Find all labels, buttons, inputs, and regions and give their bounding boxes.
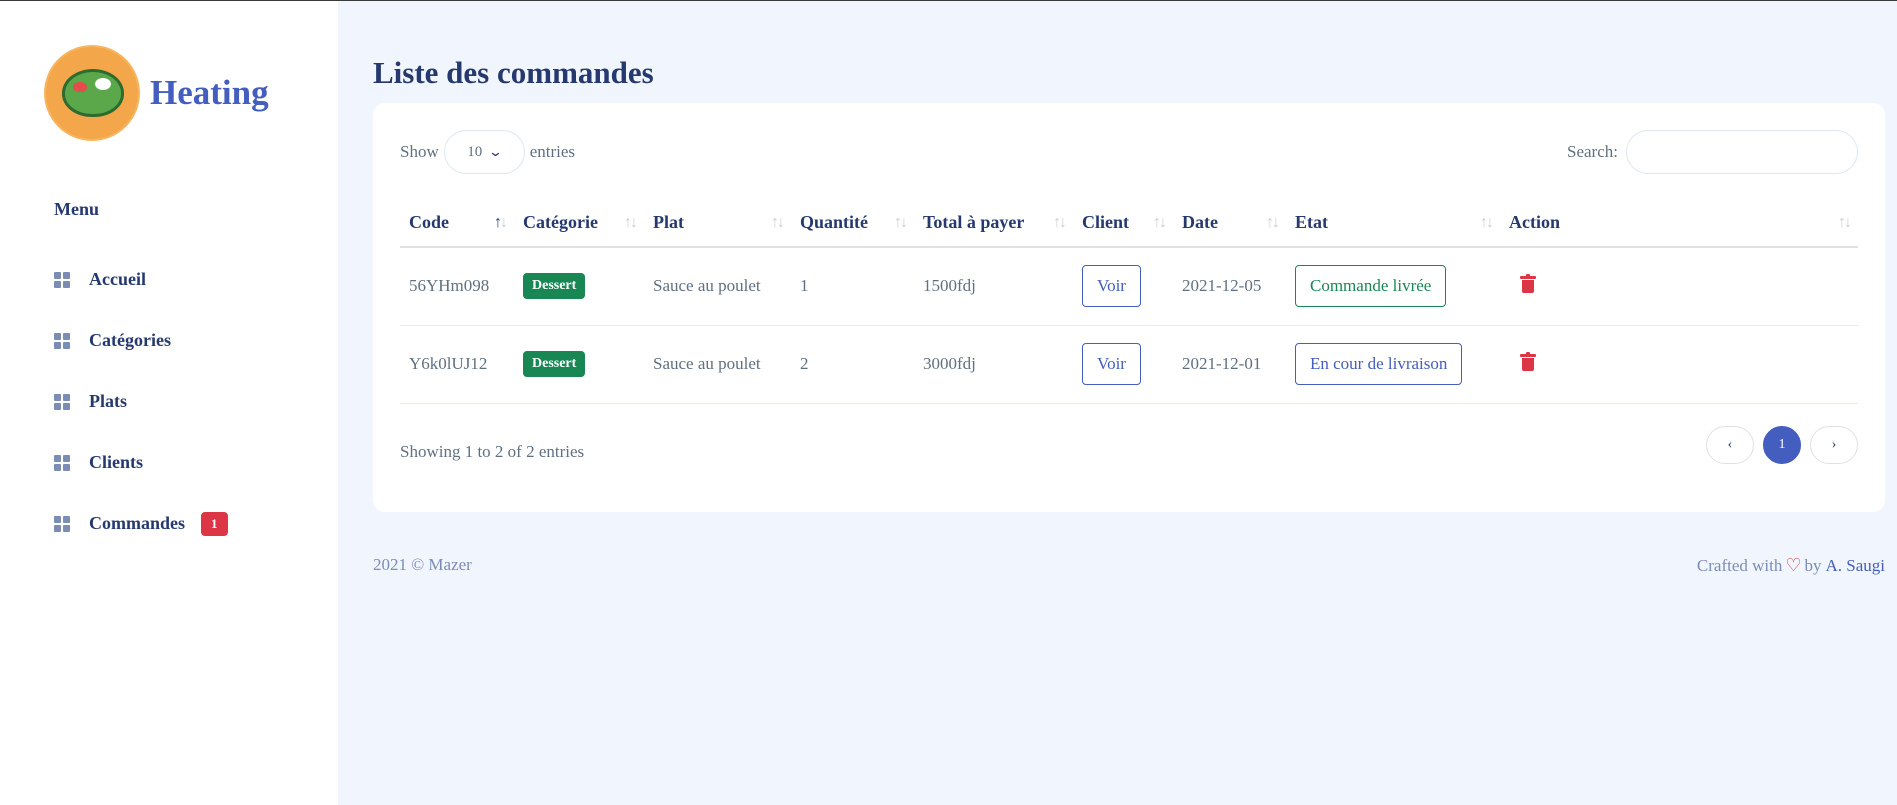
logo[interactable]: Heating bbox=[44, 45, 269, 141]
sidebar-item-categories[interactable]: Catégories bbox=[54, 310, 228, 371]
voir-client-button[interactable]: Voir bbox=[1082, 265, 1141, 308]
footer-copyright: 2021 © Mazer bbox=[373, 555, 472, 574]
cell-quantite: 1 bbox=[791, 247, 914, 326]
sidebar-item-clients[interactable]: Clients bbox=[54, 432, 228, 493]
order-state-button[interactable]: En cour de livraison bbox=[1295, 343, 1463, 385]
search-control: Search: bbox=[1567, 130, 1858, 174]
sort-icon: ↑↓ bbox=[771, 213, 785, 231]
chevron-down-icon: ⌄ bbox=[488, 144, 504, 159]
table-info: Showing 1 to 2 of 2 entries bbox=[400, 442, 585, 461]
trash-icon[interactable] bbox=[1520, 273, 1536, 293]
sort-icon: ↑↓ bbox=[1480, 213, 1494, 231]
sidebar-item-accueil[interactable]: Accueil bbox=[54, 249, 228, 310]
crafted-with-label: Crafted with bbox=[1696, 555, 1783, 575]
cell-categorie: Dessert bbox=[514, 325, 644, 404]
sort-icon: ↑↓ bbox=[1266, 213, 1280, 231]
sidebar-item-label: Plats bbox=[89, 391, 127, 411]
orders-table: Code ↑↓ Catégorie ↑↓ Plat ↑↓ Quantité ↑↓ Tot… bbox=[400, 199, 1858, 404]
column-header-date[interactable]: Date ↑↓ bbox=[1173, 199, 1286, 248]
entries-select-value: 10 bbox=[467, 143, 483, 160]
commandes-count-badge: 1 bbox=[201, 511, 228, 536]
voir-client-button[interactable]: Voir bbox=[1082, 343, 1141, 385]
cell-date: 2021-12-01 bbox=[1173, 325, 1286, 404]
cell-action bbox=[1500, 325, 1858, 404]
cell-client: Voir bbox=[1073, 247, 1173, 326]
search-input[interactable] bbox=[1626, 130, 1858, 174]
orders-card: Show 10 ⌄ entries Search: Code ↑↓ Catégor… bbox=[373, 103, 1885, 512]
sidebar-item-plats[interactable]: Plats bbox=[54, 371, 228, 432]
search-label: Search: bbox=[1567, 142, 1618, 161]
sort-asc-icon: ↑↓ bbox=[494, 213, 508, 231]
grid-icon bbox=[54, 454, 70, 471]
grid-icon bbox=[54, 332, 70, 349]
table-row: 56YHm098 Dessert Sauce au poulet 1 1500f… bbox=[400, 247, 1858, 326]
sort-icon: ↑↓ bbox=[1053, 213, 1067, 231]
table-header-row: Code ↑↓ Catégorie ↑↓ Plat ↑↓ Quantité ↑↓ Tot… bbox=[400, 199, 1858, 248]
sidebar-item-label: Catégories bbox=[89, 330, 171, 350]
entries-label: entries bbox=[529, 142, 576, 161]
cell-etat: En cour de livraison bbox=[1286, 325, 1500, 404]
column-header-plat[interactable]: Plat ↑↓ bbox=[644, 199, 791, 248]
trash-icon[interactable] bbox=[1520, 351, 1536, 371]
grid-icon bbox=[54, 515, 70, 532]
cell-etat: Commande livrée bbox=[1286, 247, 1500, 326]
cell-total: 1500fdj bbox=[914, 247, 1073, 326]
cell-categorie: Dessert bbox=[514, 247, 644, 326]
salad-bowl-logo-icon bbox=[44, 45, 140, 141]
cell-quantite: 2 bbox=[791, 325, 914, 404]
entries-select[interactable]: 10 ⌄ bbox=[443, 130, 525, 174]
cell-code: 56YHm098 bbox=[400, 247, 514, 326]
brand-name[interactable]: Heating bbox=[150, 73, 269, 113]
next-page-button[interactable]: › bbox=[1810, 426, 1858, 464]
footer-credits: Crafted with ♡ by A. Saugi bbox=[1697, 555, 1885, 576]
sidebar: Heating Menu Accueil Catégories Plats Cl… bbox=[0, 1, 338, 805]
cell-plat: Sauce au poulet bbox=[644, 247, 791, 326]
sidebar-menu: Accueil Catégories Plats Clients Command… bbox=[54, 249, 228, 554]
cell-plat: Sauce au poulet bbox=[644, 325, 791, 404]
sidebar-item-label: Accueil bbox=[89, 269, 146, 289]
by-label: by bbox=[1804, 555, 1822, 575]
page-1-button[interactable]: 1 bbox=[1763, 426, 1801, 464]
column-header-client[interactable]: Client ↑↓ bbox=[1073, 199, 1173, 248]
column-header-etat[interactable]: Etat ↑↓ bbox=[1286, 199, 1500, 248]
chevron-right-icon: › bbox=[1831, 437, 1837, 452]
author-link[interactable]: A. Saugi bbox=[1826, 556, 1886, 576]
cell-total: 3000fdj bbox=[914, 325, 1073, 404]
sort-icon: ↑↓ bbox=[624, 213, 638, 231]
heart-icon: ♡ bbox=[1785, 555, 1802, 575]
column-header-categorie[interactable]: Catégorie ↑↓ bbox=[514, 199, 644, 248]
pagination: ‹ 1 › bbox=[1706, 426, 1858, 464]
grid-icon bbox=[54, 271, 70, 288]
sort-icon: ↑↓ bbox=[1838, 213, 1852, 231]
column-header-code[interactable]: Code ↑↓ bbox=[400, 199, 514, 248]
cell-client: Voir bbox=[1073, 325, 1173, 404]
chevron-left-icon: ‹ bbox=[1727, 437, 1733, 452]
column-header-total[interactable]: Total à payer ↑↓ bbox=[914, 199, 1073, 248]
column-header-quantite[interactable]: Quantité ↑↓ bbox=[791, 199, 914, 248]
menu-title: Menu bbox=[54, 199, 99, 219]
show-label: Show bbox=[400, 142, 439, 161]
table-row: Y6k0lUJ12 Dessert Sauce au poulet 2 3000… bbox=[400, 325, 1858, 404]
category-badge: Dessert bbox=[523, 273, 586, 300]
cell-date: 2021-12-05 bbox=[1173, 247, 1286, 326]
sidebar-item-commandes[interactable]: Commandes 1 bbox=[54, 493, 228, 554]
sort-icon: ↑↓ bbox=[894, 213, 908, 231]
cell-action bbox=[1500, 247, 1858, 326]
column-header-action[interactable]: Action ↑↓ bbox=[1500, 199, 1858, 248]
entries-length-control: Show 10 ⌄ entries bbox=[400, 130, 575, 174]
grid-icon bbox=[54, 393, 70, 410]
sort-icon: ↑↓ bbox=[1153, 213, 1167, 231]
sidebar-item-label: Clients bbox=[89, 452, 143, 472]
page-title: Liste des commandes bbox=[373, 55, 654, 90]
cell-code: Y6k0lUJ12 bbox=[400, 325, 514, 404]
order-state-button[interactable]: Commande livrée bbox=[1295, 265, 1447, 308]
sidebar-item-label: Commandes bbox=[89, 513, 186, 533]
previous-page-button[interactable]: ‹ bbox=[1706, 426, 1754, 464]
category-badge: Dessert bbox=[523, 351, 586, 377]
